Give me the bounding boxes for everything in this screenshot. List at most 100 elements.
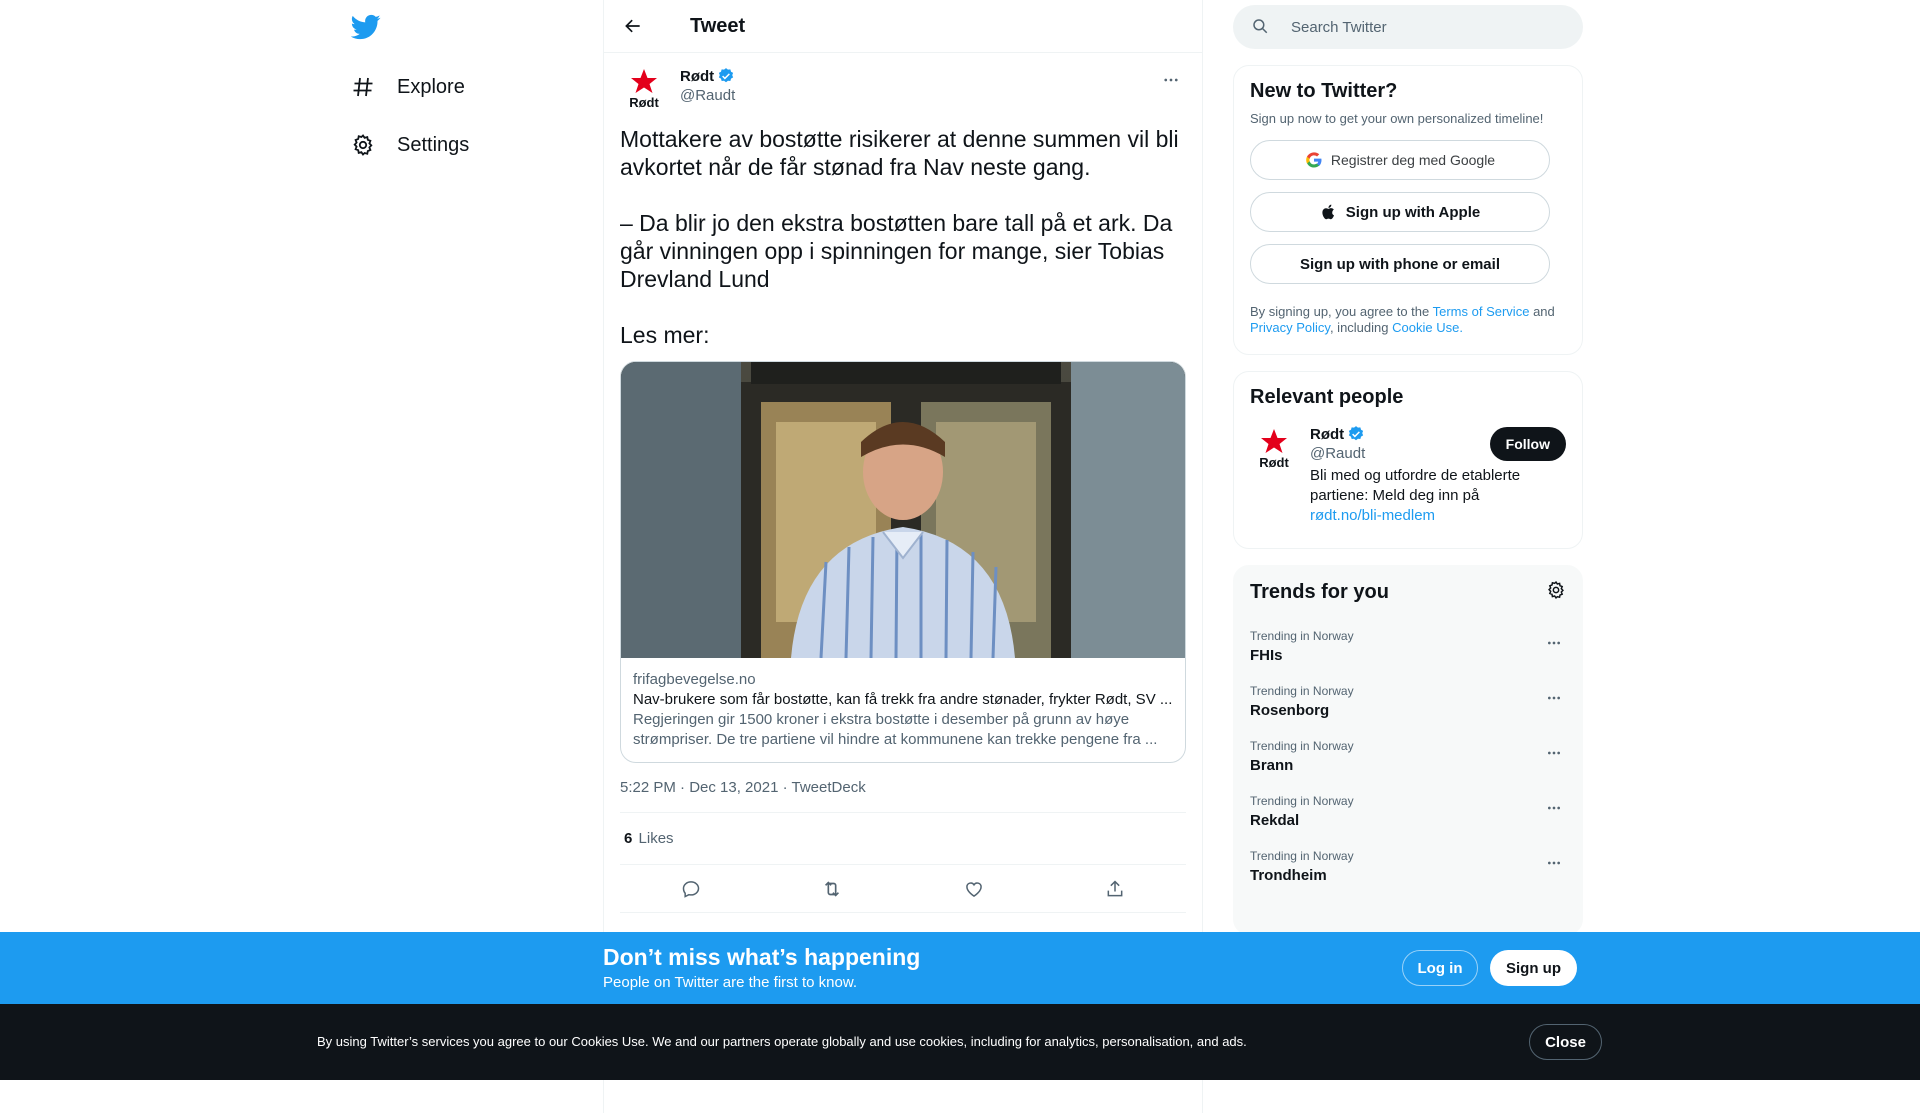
more-options-icon[interactable] [1542,631,1566,655]
trend-meta: Trending in Norway [1250,684,1354,698]
trend-item[interactable]: Trending in Norway FHIs [1250,629,1566,664]
tweet-timestamp: 5:22 PM · Dec 13, 2021 · TweetDeck [620,779,1186,813]
signup-button[interactable]: Sign up [1490,950,1577,986]
reply-icon[interactable] [674,872,708,906]
nav-explore[interactable]: Explore [350,65,465,109]
search-input[interactable] [1291,18,1551,36]
more-options-icon[interactable] [1542,796,1566,820]
trends-panel: Trends for you Trending in Norway FHIs T… [1233,565,1583,935]
tweet-header: Tweet [604,0,1202,53]
new-to-twitter-title: New to Twitter? [1250,80,1398,102]
back-arrow-icon[interactable] [620,13,646,39]
more-options-icon[interactable] [1542,741,1566,765]
nav-settings[interactable]: Settings [350,123,469,167]
cookie-close-button[interactable]: Close [1529,1024,1602,1060]
follow-button[interactable]: Follow [1489,427,1566,461]
more-options-icon[interactable] [1542,851,1566,875]
trend-meta: Trending in Norway [1250,629,1354,643]
promo-title: Don’t miss what’s happening [603,944,921,970]
tweet-paragraph: Mottakere av bostøtte risikerer at denne… [620,126,1179,180]
terms-prefix: By signing up, you agree to the [1250,304,1430,319]
share-icon[interactable] [1098,872,1132,906]
tweet-actions [620,865,1186,913]
cookie-use-link[interactable]: Cookie Use. [1392,320,1463,335]
trend-item[interactable]: Trending in Norway Trondheim [1250,849,1566,884]
card-description: Regjeringen gir 1500 kroner i ekstra bos… [633,711,1158,748]
likes-row[interactable]: 6 Likes [620,813,1186,865]
verified-badge-icon [719,68,734,83]
tweet-source[interactable]: TweetDeck [792,779,866,796]
new-to-twitter-panel: New to Twitter? Sign up now to get your … [1233,65,1583,355]
person-bio-text: Bli med og utfordre de etablerte partien… [1310,467,1521,504]
trend-name: Trondheim [1250,867,1327,884]
nav-settings-label: Settings [397,133,470,156]
more-options-icon[interactable] [1156,65,1186,95]
person-name-text: Rødt [1310,425,1345,443]
apple-icon [1322,204,1334,220]
retweet-icon[interactable] [815,872,849,906]
card-domain: frifagbevegelse.no [633,671,756,688]
person-bio-link[interactable]: rødt.no/bli-medlem [1310,507,1435,524]
search-bar[interactable] [1233,5,1583,49]
like-icon[interactable] [957,872,991,906]
tweet-paragraph: – Da blir jo den ekstra bostøtten bare t… [620,210,1173,292]
relevant-people-title: Relevant people [1250,386,1404,408]
likes-label: Likes [638,830,674,847]
apple-signup-button[interactable]: Sign up with Apple [1250,192,1550,232]
terms-notice: By signing up, you agree to the Terms of… [1250,304,1566,336]
person-card[interactable]: Rødt Rødt @Raudt Bli med og utfordre de … [1250,425,1566,526]
card-image [621,362,1185,658]
rodt-logo-icon: Rødt [629,69,659,110]
trends-title: Trends for you [1250,581,1389,603]
tweet-paragraph: Les mer: [620,322,710,348]
terms-of-service-link[interactable]: Terms of Service [1433,304,1530,319]
trend-item[interactable]: Trending in Norway Rekdal [1250,794,1566,829]
apple-signup-label: Sign up with Apple [1345,203,1481,221]
gear-icon[interactable] [1546,580,1566,605]
trend-name: Rosenborg [1250,702,1330,719]
link-card[interactable]: frifagbevegelse.no Nav-brukere som får b… [620,361,1186,763]
tweet-time[interactable]: 5:22 PM · Dec 13, 2021 [620,779,778,796]
tweet: Rødt Rødt @Raudt Mottakere av bostøtte r… [604,53,1202,913]
google-signup-button[interactable]: Registrer deg med Google [1250,140,1550,180]
avatar[interactable]: Rødt [620,65,668,113]
signup-promo-banner: Don’t miss what’s happening People on Tw… [0,932,1920,1004]
person-bio: Bli med og utfordre de etablerte partien… [1310,466,1550,526]
google-icon [1306,152,1322,168]
svg-text:Rødt: Rødt [1259,455,1289,470]
promo-subtitle: People on Twitter are the first to know. [603,974,858,991]
twitter-logo-icon[interactable] [350,12,381,42]
tweet-author-row: Rødt Rødt @Raudt [620,65,1186,113]
login-button[interactable]: Log in [1402,950,1478,986]
nav-explore-label: Explore [397,75,465,98]
cookie-banner: By using Twitter’s services you agree to… [0,1004,1920,1080]
privacy-policy-link[interactable]: Privacy Policy [1250,320,1330,335]
trend-meta: Trending in Norway [1250,849,1354,863]
page-title: Tweet [690,14,746,37]
cookie-notice-text: By using Twitter’s services you agree to… [317,1034,1247,1049]
google-signup-label: Registrer deg med Google [1330,152,1496,168]
svg-text:Rødt: Rødt [629,95,659,110]
hashtag-icon [350,74,376,100]
author-name[interactable]: Rødt [680,67,735,85]
tweet-text: Mottakere av bostøtte risikerer at denne… [620,125,1186,349]
verified-badge-icon [1349,426,1364,441]
phone-email-signup-label: Sign up with phone or email [1299,255,1500,273]
trend-meta: Trending in Norway [1250,794,1354,808]
card-title: Nav-brukere som får bostøtte, kan få tre… [633,691,1173,708]
more-options-icon[interactable] [1542,686,1566,710]
gear-icon [350,132,376,158]
phone-email-signup-button[interactable]: Sign up with phone or email [1250,244,1550,284]
author-handle[interactable]: @Raudt [680,87,735,104]
avatar[interactable]: Rødt [1250,425,1298,473]
trend-item[interactable]: Trending in Norway Brann [1250,739,1566,774]
new-to-twitter-subtitle: Sign up now to get your own personalized… [1250,111,1544,126]
trend-meta: Trending in Norway [1250,739,1354,753]
trend-item[interactable]: Trending in Norway Rosenborg [1250,684,1566,719]
author-name-text: Rødt [680,67,715,85]
terms-including: , including [1329,320,1389,335]
relevant-people-panel: Relevant people Rødt Rødt @Raudt Bli med… [1233,371,1583,549]
terms-and: and [1533,304,1555,319]
trend-name: FHIs [1250,647,1283,664]
trend-name: Brann [1250,757,1294,774]
